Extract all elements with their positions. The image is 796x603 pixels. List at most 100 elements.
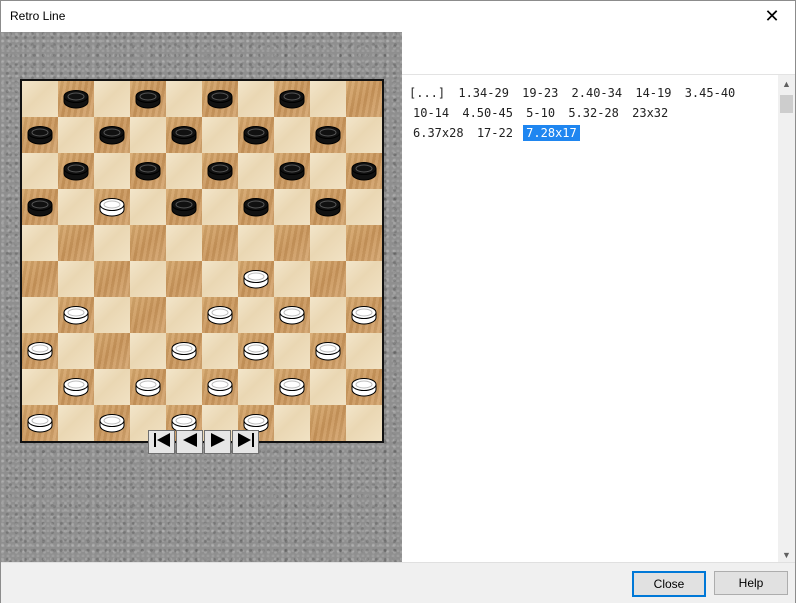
white-piece[interactable] [243, 341, 269, 361]
board-square[interactable] [166, 117, 202, 153]
board-square[interactable] [130, 369, 166, 405]
board-square[interactable] [94, 189, 130, 225]
board-square[interactable] [274, 153, 310, 189]
move-token[interactable]: [...] [406, 85, 448, 101]
board-square[interactable] [274, 369, 310, 405]
black-piece[interactable] [63, 161, 89, 181]
white-piece[interactable] [207, 377, 233, 397]
board-square[interactable] [22, 333, 58, 369]
vertical-scrollbar[interactable]: ▲ ▼ [778, 75, 795, 563]
white-piece[interactable] [27, 341, 53, 361]
black-piece[interactable] [135, 89, 161, 109]
black-piece[interactable] [171, 125, 197, 145]
white-piece[interactable] [171, 341, 197, 361]
white-piece[interactable] [279, 377, 305, 397]
move-token[interactable]: 5.32-28 [565, 105, 622, 121]
move-list[interactable]: [...] 1.34-29 19-23 2.40-34 14-19 3.45-4… [402, 74, 795, 563]
board-square[interactable] [274, 297, 310, 333]
board-square[interactable] [346, 297, 382, 333]
board-square[interactable] [130, 225, 166, 261]
board-square[interactable] [22, 405, 58, 441]
scroll-up-icon[interactable]: ▲ [778, 75, 795, 92]
board-square[interactable] [94, 117, 130, 153]
board-square[interactable] [238, 261, 274, 297]
move-token[interactable]: 17-22 [474, 125, 516, 141]
black-piece[interactable] [27, 125, 53, 145]
black-piece[interactable] [99, 125, 125, 145]
black-piece[interactable] [63, 89, 89, 109]
black-piece[interactable] [315, 197, 341, 217]
board-square[interactable] [58, 81, 94, 117]
black-piece[interactable] [207, 161, 233, 181]
next-move-button[interactable] [204, 430, 231, 454]
board-square[interactable] [238, 189, 274, 225]
black-piece[interactable] [279, 89, 305, 109]
board-square[interactable] [238, 333, 274, 369]
board-square[interactable] [202, 81, 238, 117]
board-square[interactable] [130, 153, 166, 189]
board-square[interactable] [202, 153, 238, 189]
board-square[interactable] [202, 297, 238, 333]
board-square[interactable] [310, 117, 346, 153]
first-move-button[interactable] [148, 430, 175, 454]
checkers-board[interactable] [20, 79, 384, 443]
board-square[interactable] [346, 369, 382, 405]
scroll-thumb[interactable] [780, 95, 793, 113]
move-token[interactable]: 2.40-34 [569, 85, 626, 101]
black-piece[interactable] [315, 125, 341, 145]
board-square[interactable] [94, 261, 130, 297]
move-token[interactable]: 10-14 [410, 105, 452, 121]
selected-move[interactable]: 7.28x17 [523, 125, 580, 141]
board-square[interactable] [274, 225, 310, 261]
white-piece[interactable] [63, 305, 89, 325]
black-piece[interactable] [27, 197, 53, 217]
white-piece[interactable] [351, 377, 377, 397]
white-piece[interactable] [243, 269, 269, 289]
close-window-button[interactable]: ✕ [749, 1, 795, 32]
board-square[interactable] [238, 117, 274, 153]
board-square[interactable] [202, 225, 238, 261]
move-token[interactable]: 14-19 [632, 85, 674, 101]
board-square[interactable] [58, 225, 94, 261]
board-square[interactable] [346, 225, 382, 261]
move-token[interactable]: 5-10 [523, 105, 558, 121]
board-square[interactable] [22, 117, 58, 153]
move-token[interactable]: 6.37x28 [410, 125, 467, 141]
white-piece[interactable] [351, 305, 377, 325]
board-square[interactable] [310, 405, 346, 441]
board-square[interactable] [58, 153, 94, 189]
board-square[interactable] [274, 81, 310, 117]
board-square[interactable] [166, 189, 202, 225]
black-piece[interactable] [171, 197, 197, 217]
board-square[interactable] [202, 369, 238, 405]
move-token[interactable]: 4.50-45 [459, 105, 516, 121]
white-piece[interactable] [135, 377, 161, 397]
white-piece[interactable] [63, 377, 89, 397]
white-piece[interactable] [99, 413, 125, 433]
board-square[interactable] [22, 261, 58, 297]
white-piece[interactable] [27, 413, 53, 433]
black-piece[interactable] [351, 161, 377, 181]
move-token[interactable]: 3.45-40 [682, 85, 739, 101]
board-square[interactable] [58, 369, 94, 405]
board-square[interactable] [346, 81, 382, 117]
white-piece[interactable] [207, 305, 233, 325]
move-token[interactable]: 1.34-29 [455, 85, 512, 101]
board-square[interactable] [58, 297, 94, 333]
board-square[interactable] [130, 81, 166, 117]
scroll-down-icon[interactable]: ▼ [778, 546, 795, 563]
previous-move-button[interactable] [176, 430, 203, 454]
board-square[interactable] [346, 153, 382, 189]
black-piece[interactable] [279, 161, 305, 181]
white-piece[interactable] [279, 305, 305, 325]
board-square[interactable] [310, 261, 346, 297]
close-button[interactable]: Close [632, 571, 706, 597]
board-square[interactable] [22, 189, 58, 225]
black-piece[interactable] [243, 197, 269, 217]
move-token[interactable]: 19-23 [519, 85, 561, 101]
black-piece[interactable] [207, 89, 233, 109]
board-square[interactable] [94, 405, 130, 441]
board-square[interactable] [94, 333, 130, 369]
black-piece[interactable] [243, 125, 269, 145]
white-piece[interactable] [315, 341, 341, 361]
